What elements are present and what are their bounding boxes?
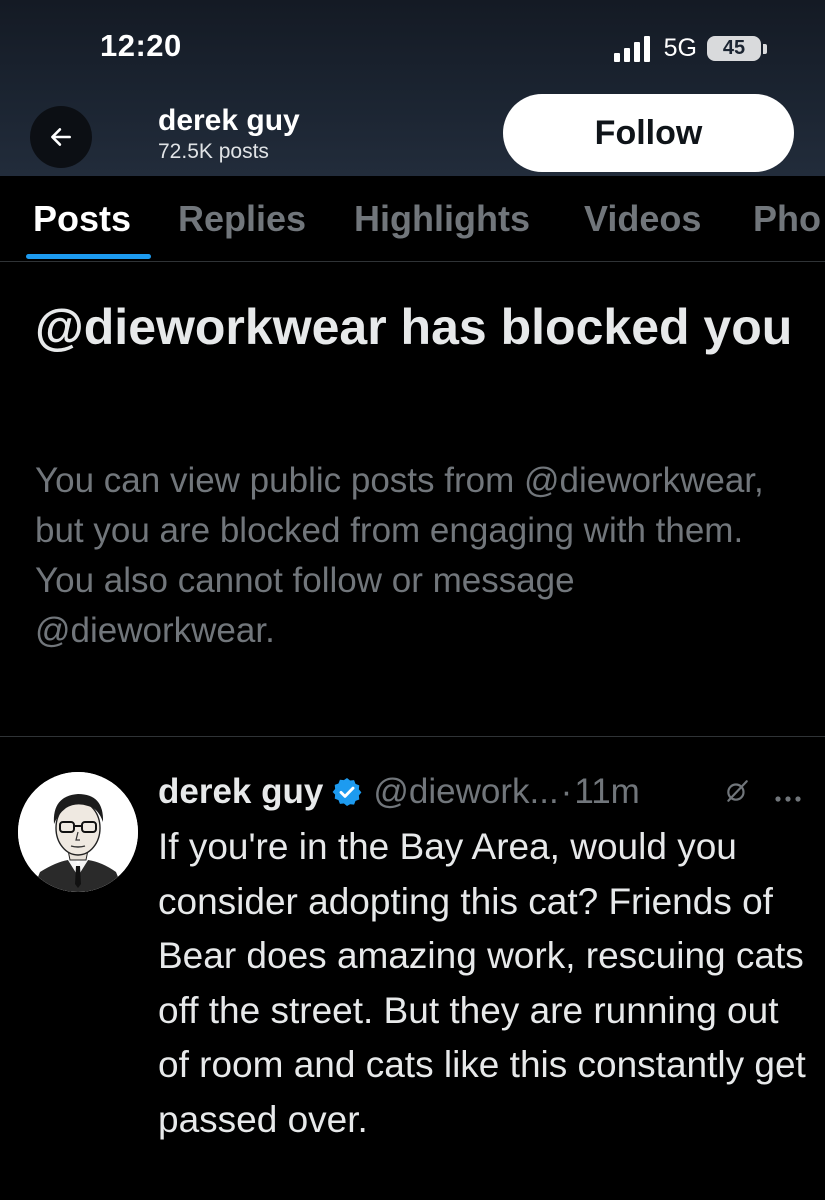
- arrow-left-icon: [51, 128, 71, 146]
- post-separator: ·: [560, 772, 573, 811]
- signal-icon: [613, 35, 650, 62]
- post-header: derek guy @diework... · 11m: [158, 770, 640, 814]
- post-author[interactable]: derek guy: [158, 772, 323, 812]
- blocked-description: You can view public posts from @dieworkw…: [35, 461, 764, 650]
- battery-icon: 45: [707, 36, 767, 61]
- grok-icon[interactable]: [724, 778, 750, 809]
- verified-badge-icon: [331, 776, 363, 808]
- active-tab-indicator: [26, 254, 151, 259]
- follow-button[interactable]: Follow: [503, 94, 794, 172]
- blocked-title: @dieworkwear has blocked you: [35, 299, 793, 355]
- posts-count: 72.5K posts: [158, 140, 269, 163]
- profile-name: derek guy: [158, 104, 300, 137]
- battery-level: 45: [707, 36, 761, 61]
- tab-replies[interactable]: Replies: [178, 198, 306, 240]
- back-button[interactable]: [30, 106, 92, 168]
- network-label: 5G: [663, 34, 697, 62]
- status-icons: 5G 45: [613, 34, 767, 63]
- divider: [0, 736, 825, 737]
- status-time: 12:20: [100, 28, 182, 63]
- avatar-illustration: [18, 772, 138, 892]
- tab-videos[interactable]: Videos: [584, 198, 701, 240]
- profile-header: 12:20 5G 45 derek guy 72.5K posts Follow: [0, 0, 825, 176]
- profile-tabs: Posts Replies Highlights Videos Pho: [0, 176, 825, 262]
- tab-highlights[interactable]: Highlights: [354, 198, 530, 240]
- post-time[interactable]: 11m: [574, 772, 640, 812]
- tab-photos[interactable]: Pho: [753, 198, 821, 240]
- more-icon[interactable]: [774, 790, 802, 808]
- tab-posts[interactable]: Posts: [33, 198, 131, 240]
- post-handle[interactable]: @diework...: [373, 772, 558, 812]
- post-text: If you're in the Bay Area, would you con…: [158, 826, 806, 1140]
- avatar[interactable]: [18, 772, 138, 892]
